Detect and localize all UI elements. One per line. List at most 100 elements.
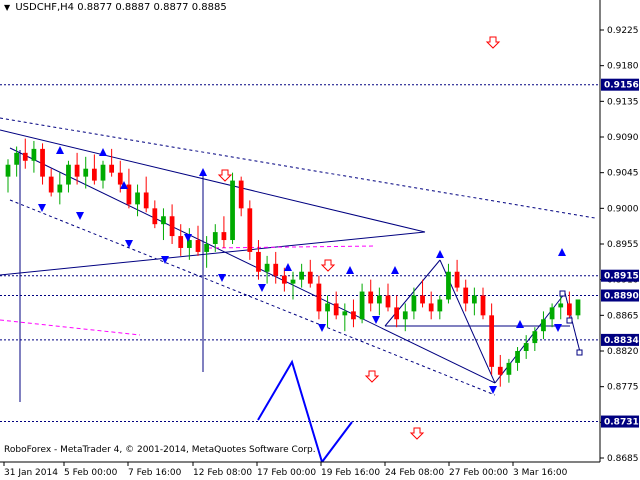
candle-bull — [14, 152, 20, 165]
price-tick-label: 0.9045 — [607, 169, 639, 179]
candle-bull — [31, 148, 37, 161]
candle-bull — [437, 299, 443, 312]
candle-bear — [307, 271, 313, 284]
candle-bear — [74, 164, 80, 177]
time-tick-label: 3 Mar 16:00 — [513, 468, 568, 478]
candle-bull — [471, 295, 477, 304]
candle-bear — [238, 180, 244, 209]
candle-bull — [264, 263, 270, 272]
price-chart[interactable]: 0.9225 0.9180 0.9135 0.9090 0.9045 0.9000 0.89… — [0, 0, 640, 480]
candle-bear — [40, 148, 45, 177]
price-tick-label: 0.8955 — [607, 240, 639, 250]
candle-bull — [411, 295, 417, 312]
dropdown-triangle-icon[interactable]: ▼ — [4, 3, 10, 12]
candle-bear — [143, 192, 149, 209]
price-tag-label: 0.9156 — [604, 81, 639, 91]
candle-bull — [342, 311, 348, 316]
candle-bear — [463, 287, 469, 304]
price-tag-label: 0.8834 — [604, 336, 639, 346]
candle-bear — [566, 303, 572, 316]
marker-box — [559, 290, 566, 297]
candle-bull — [523, 343, 529, 351]
candle-bear — [91, 168, 97, 181]
candle-bear — [454, 271, 460, 288]
price-tick-label: 0.9225 — [607, 26, 639, 36]
candle-bull — [212, 232, 218, 244]
time-tick-label: 17 Feb 00:00 — [257, 468, 316, 478]
time-tick-label: 24 Feb 08:00 — [385, 468, 444, 478]
candle-bear — [368, 291, 374, 304]
marker-box — [566, 317, 573, 324]
candle-bull — [359, 291, 365, 320]
candle-bull — [575, 299, 581, 316]
candle-bull — [204, 244, 210, 252]
candle-bull — [558, 303, 564, 308]
candle-bear — [385, 295, 391, 308]
price-tick-label: 0.8685 — [607, 454, 639, 464]
candle-bull — [549, 307, 555, 320]
symbol-label: USDCHF,H4 — [15, 2, 75, 13]
price-tick-label: 0.9135 — [607, 97, 639, 107]
price-tick-label: 0.9180 — [607, 62, 639, 72]
price-tag-label: 0.8915 — [604, 272, 639, 282]
time-tick-label: 7 Feb 16:00 — [128, 468, 182, 478]
candle-bear — [48, 176, 54, 193]
candle-bull — [515, 351, 520, 363]
time-tick-label: 5 Feb 00:00 — [64, 468, 118, 478]
candle-bull — [376, 295, 382, 304]
candle-bear — [351, 311, 356, 320]
candle-bear — [195, 240, 201, 252]
time-tick-label: 19 Feb 16:00 — [321, 468, 380, 478]
candle-bear — [489, 315, 495, 367]
candle-bear — [109, 164, 115, 173]
candle-bull — [446, 271, 451, 300]
price-tag-label: 0.8731 — [604, 418, 639, 428]
chart-area[interactable]: 0.9225 0.9180 0.9135 0.9090 0.9045 0.9000 0.89… — [0, 0, 640, 480]
candle-bear — [169, 216, 175, 237]
price-tag-label: 0.8890 — [604, 292, 639, 302]
price-tick-label: 0.9000 — [607, 204, 639, 214]
candle-bull — [299, 271, 305, 280]
candle-bull — [506, 362, 512, 375]
candle-bear — [247, 208, 253, 252]
candle-bull — [402, 311, 408, 320]
candle-bear — [256, 251, 261, 272]
price-tick-label: 0.9090 — [607, 133, 639, 143]
time-tick-label: 27 Feb 00:00 — [449, 468, 508, 478]
candle-bull — [230, 180, 235, 241]
time-tick-label: 31 Jan 2014 — [4, 468, 58, 478]
price-tick-label: 0.8865 — [607, 311, 639, 321]
candle-bull — [100, 164, 106, 181]
copyright-text: RoboForex - MetaTrader 4, © 2001-2014, M… — [4, 445, 316, 455]
candle-bear — [480, 295, 486, 316]
price-tick-label: 0.8775 — [607, 383, 639, 393]
candle-bull — [5, 164, 11, 177]
candle-bull — [541, 319, 546, 332]
candle-bear — [178, 236, 184, 248]
candle-bull — [325, 303, 330, 312]
candle-bear — [117, 172, 123, 185]
candle-bear — [316, 283, 322, 312]
candle-bear — [428, 303, 434, 312]
candle-bull — [66, 164, 71, 185]
candle-bull — [290, 279, 296, 284]
candle-bull — [57, 184, 63, 193]
ohlc-values: 0.8877 0.8887 0.8877 0.8885 — [77, 2, 227, 13]
candle-bear — [420, 295, 425, 304]
candle-bear — [394, 307, 400, 320]
candle-bull — [135, 192, 140, 205]
candle-bear — [152, 208, 158, 225]
candle-bull — [83, 168, 89, 177]
marker-box — [576, 349, 583, 356]
chart-header: ▼ USDCHF,H4 0.8877 0.8887 0.8877 0.8885 — [4, 2, 227, 13]
candle-bear — [281, 275, 287, 284]
candle-bear — [333, 303, 339, 316]
time-tick-label: 12 Feb 08:00 — [193, 468, 252, 478]
candle-bear — [22, 152, 28, 161]
price-tick-label: 0.8820 — [607, 347, 639, 357]
candle-bull — [532, 331, 538, 344]
candle-bear — [273, 263, 279, 276]
candle-bear — [497, 366, 503, 375]
candle-bear — [221, 232, 227, 241]
candle-bull — [161, 216, 166, 225]
